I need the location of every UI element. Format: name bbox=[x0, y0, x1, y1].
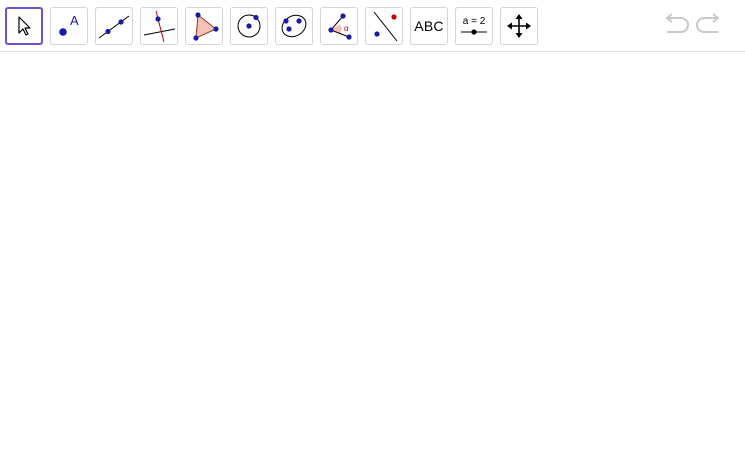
tool-move[interactable] bbox=[5, 7, 43, 45]
tool-reflect[interactable] bbox=[365, 7, 403, 45]
perpendicular-line-icon bbox=[142, 9, 176, 43]
tool-move-graphics-view[interactable] bbox=[500, 7, 538, 45]
move-pointer-icon bbox=[12, 14, 36, 38]
graphics-view[interactable] bbox=[0, 53, 745, 450]
move-graphics-view-icon bbox=[506, 13, 532, 39]
tool-angle[interactable]: α bbox=[320, 7, 358, 45]
polygon-icon bbox=[188, 10, 220, 42]
toolbar: A α ABC a = 2 bbox=[0, 0, 745, 52]
undo-icon bbox=[659, 12, 689, 41]
circle-center-point-icon bbox=[234, 11, 264, 41]
ellipse-icon bbox=[279, 11, 309, 41]
point-icon: A bbox=[54, 11, 84, 41]
tool-text[interactable]: ABC bbox=[410, 7, 448, 45]
undo-button[interactable] bbox=[658, 12, 690, 40]
text-icon: ABC bbox=[414, 18, 444, 34]
line-through-two-points-icon bbox=[97, 11, 131, 41]
slider-icon-label: a = 2 bbox=[463, 16, 486, 27]
redo-button[interactable] bbox=[695, 12, 727, 40]
reflect-about-line-icon bbox=[367, 9, 401, 43]
tool-perpendicular[interactable] bbox=[140, 7, 178, 45]
angle-icon-label: α bbox=[344, 24, 349, 33]
tool-slider[interactable]: a = 2 bbox=[455, 7, 493, 45]
slider-icon: a = 2 bbox=[458, 11, 490, 41]
tool-point[interactable]: A bbox=[50, 7, 88, 45]
geogebra-app: A α ABC a = 2 bbox=[0, 0, 745, 450]
redo-icon bbox=[696, 12, 726, 41]
angle-icon: α bbox=[323, 10, 355, 42]
tool-polygon[interactable] bbox=[185, 7, 223, 45]
tool-ellipse[interactable] bbox=[275, 7, 313, 45]
tool-line[interactable] bbox=[95, 7, 133, 45]
point-icon-label: A bbox=[70, 13, 79, 28]
tool-circle[interactable] bbox=[230, 7, 268, 45]
